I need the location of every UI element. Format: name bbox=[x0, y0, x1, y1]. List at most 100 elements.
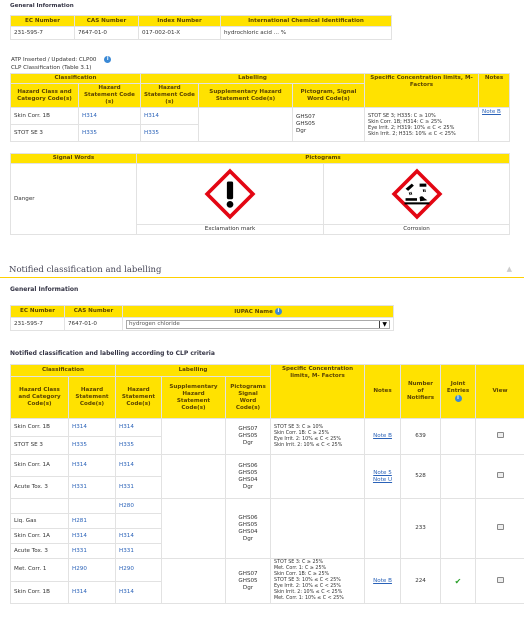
clp-note-link[interactable]: Note B bbox=[482, 109, 501, 115]
iupac-select[interactable]: hydrogen chloride ▼ bbox=[126, 319, 390, 329]
n-group-classification: Classification bbox=[10, 364, 116, 377]
clp-group-scl: Specific Concentration limits, M-Factors bbox=[364, 73, 480, 108]
notified-col-ec: EC Number bbox=[10, 305, 65, 318]
clp-group-classification: Classification bbox=[10, 73, 141, 84]
col-ec-number: EC Number bbox=[10, 15, 75, 27]
table-row-hs[interactable]: H290 bbox=[68, 558, 116, 582]
table-row-notifiers: 528 bbox=[400, 454, 442, 499]
table-row-lhs[interactable]: H314 bbox=[115, 528, 162, 544]
table-row-view bbox=[475, 454, 524, 499]
table-row-hs[interactable]: H331 bbox=[68, 543, 116, 559]
table-row-supp bbox=[161, 558, 226, 604]
table-row-class: Skin Corr. 1B bbox=[10, 580, 69, 604]
clp-group-labelling: Labelling bbox=[139, 73, 366, 84]
exclamation-label: Exclamation mark bbox=[136, 224, 324, 235]
view-details-icon[interactable] bbox=[496, 524, 504, 530]
atp-line: ATP Inserted / Updated: CLP00 i bbox=[11, 56, 112, 63]
col-cas-number: CAS Number bbox=[74, 15, 139, 27]
clp-class-2: STOT SE 3 bbox=[10, 124, 79, 142]
table-row-lhs[interactable]: H290 bbox=[115, 558, 162, 582]
joint-label: Joint Entries bbox=[446, 380, 470, 394]
corrosion-label: Corrosion bbox=[323, 224, 510, 235]
note-link[interactable]: Note B bbox=[373, 433, 392, 439]
table-row-class bbox=[10, 498, 69, 514]
note-link[interactable]: Note B bbox=[373, 578, 392, 584]
view-details-icon[interactable] bbox=[496, 576, 504, 583]
clp-sub-hazard-stmt: Hazard Statement Code (s) bbox=[78, 83, 141, 108]
iupac-selected: hydrogen chloride bbox=[129, 320, 180, 327]
dropdown-arrow-icon[interactable]: ▼ bbox=[379, 320, 387, 328]
table-row-hs[interactable]: H281 bbox=[68, 513, 116, 529]
table-row-class: Met. Corr. 1 bbox=[10, 558, 69, 582]
notified-title: Notified classification and labelling bbox=[9, 265, 162, 275]
n-sub-label-stmt: Hazard Statement Code(s) bbox=[115, 376, 162, 419]
notified-table: Classification Labelling Specific Concen… bbox=[10, 364, 524, 604]
exclamation-pictogram bbox=[136, 163, 324, 225]
table-row-hs[interactable]: H331 bbox=[68, 476, 116, 499]
clp-lhs-2[interactable]: H335 bbox=[140, 124, 199, 142]
table-row-lhs[interactable]: H314 bbox=[115, 418, 162, 437]
view-details-icon[interactable] bbox=[496, 432, 504, 438]
table-row-lhs[interactable]: H314 bbox=[115, 454, 162, 477]
clp-hs-2[interactable]: H335 bbox=[78, 124, 141, 142]
corrosion-pictogram bbox=[323, 163, 510, 225]
clp-sub-label-hazard-stmt: Hazard Statement Code (s) bbox=[140, 83, 199, 108]
table-row-view bbox=[475, 498, 524, 559]
table-row-scl bbox=[270, 454, 366, 499]
identity-table: EC Number CAS Number Index Number Intern… bbox=[10, 15, 392, 40]
table-row-view bbox=[475, 558, 524, 604]
n-group-view: View bbox=[475, 364, 524, 419]
table-row-hs[interactable] bbox=[68, 498, 116, 514]
table-row-lhs[interactable]: H280 bbox=[115, 498, 162, 514]
table-row-hs[interactable]: H314 bbox=[68, 454, 116, 477]
table-row-lhs[interactable]: H335 bbox=[115, 436, 162, 455]
table-row-notes: Note 5 Note U bbox=[364, 454, 402, 499]
table-row-hs[interactable]: H335 bbox=[68, 436, 116, 455]
clp-supp-hazard bbox=[198, 107, 293, 142]
table-row-class: Skin Corr. 1A bbox=[10, 528, 69, 544]
table-row-view bbox=[475, 418, 524, 455]
info-icon[interactable]: i bbox=[454, 394, 462, 402]
clp-sub-hazard-class: Hazard Class and Category Code(s) bbox=[10, 83, 79, 108]
table-row-lhs[interactable] bbox=[115, 513, 162, 529]
clp-hs-1[interactable]: H314 bbox=[78, 107, 141, 125]
clp-lhs-1[interactable]: H314 bbox=[140, 107, 199, 125]
table-row-lhs[interactable]: H331 bbox=[115, 476, 162, 499]
info-icon[interactable]: i bbox=[274, 307, 282, 315]
n-group-notes: Notes bbox=[364, 364, 402, 419]
table-row-hs[interactable]: H314 bbox=[68, 528, 116, 544]
clp-label: CLP Classification (Table 3.1) bbox=[11, 65, 92, 71]
clp-sub-supp-hazard: Supplementary Hazard Statement Code(s) bbox=[198, 83, 293, 108]
table-row-lhs[interactable]: H331 bbox=[115, 543, 162, 559]
signal-table: Signal Words Pictograms Danger Exclamati… bbox=[10, 153, 510, 235]
n-sub-hazard-class: Hazard Class and Category Code(s) bbox=[10, 376, 69, 419]
table-row-hs[interactable]: H314 bbox=[68, 580, 116, 604]
view-details-icon[interactable] bbox=[496, 472, 504, 478]
n-group-labelling: Labelling bbox=[114, 364, 272, 377]
table-row-hs[interactable]: H314 bbox=[68, 418, 116, 437]
n-sub-hazard-stmt: Hazard Statement Code(s) bbox=[68, 376, 116, 419]
table-row-joint bbox=[440, 498, 477, 559]
clp-table: Classification Labelling Specific Concen… bbox=[10, 73, 510, 142]
info-icon[interactable]: i bbox=[104, 56, 112, 63]
notified-cas: 7647-01-0 bbox=[64, 317, 123, 331]
n-group-notifiers: Number of Notifiers bbox=[400, 364, 442, 419]
table-row-supp bbox=[161, 418, 226, 455]
exclamation-mark-icon bbox=[204, 168, 256, 220]
table-row-class: Skin Corr. 1A bbox=[10, 454, 69, 477]
clp-sub-pictogram: Pictogram, Signal Word Code(s) bbox=[291, 83, 366, 108]
collapse-arrow-icon[interactable]: ▲ bbox=[507, 265, 512, 273]
table-row-picto: GHS06 GHS05 GHS04 Dgr bbox=[224, 498, 272, 559]
table-row-picto: GHS07 GHS05 Dgr bbox=[224, 558, 272, 604]
n-group-joint: Joint Entries i bbox=[440, 364, 477, 419]
iupac-cell: hydrogen chloride ▼ bbox=[122, 317, 394, 331]
note-link[interactable]: Note 5 Note U bbox=[373, 470, 392, 483]
general-info-heading: General Information bbox=[10, 3, 74, 9]
section-divider bbox=[0, 277, 524, 278]
table-row-class: Acute Tox. 3 bbox=[10, 476, 69, 499]
clp-scl: STOT SE 3; H335: C ≥ 10% Skin Corr. 1B; … bbox=[364, 107, 480, 142]
iupac-header-label: IUPAC Name bbox=[234, 308, 273, 315]
clp-class-1: Skin Corr. 1B bbox=[10, 107, 79, 125]
notified-general-info: General Information bbox=[10, 286, 79, 293]
table-row-lhs[interactable]: H314 bbox=[115, 580, 162, 604]
